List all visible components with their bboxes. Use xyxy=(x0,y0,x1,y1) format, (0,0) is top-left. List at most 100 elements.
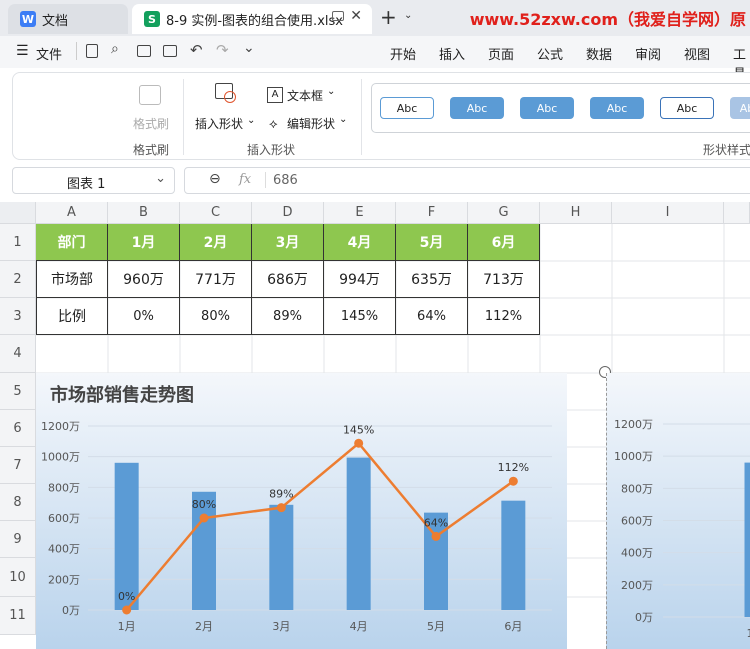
style-fill-blue-2[interactable]: Abc xyxy=(520,97,574,119)
cell-a3[interactable]: 比例 xyxy=(36,298,108,335)
cell-e1[interactable]: 4月 xyxy=(324,224,396,261)
style-outline-dark[interactable]: Abc xyxy=(660,97,714,119)
fx-icon[interactable]: fx xyxy=(239,172,251,187)
cell-e3[interactable]: 145% xyxy=(324,298,396,335)
chevron-down-icon[interactable]: ⌄ xyxy=(404,10,412,21)
style-fill-light[interactable]: Abc xyxy=(730,97,750,119)
monitor-icon[interactable] xyxy=(332,11,344,21)
chevron-down-icon[interactable]: ⌄ xyxy=(155,171,166,186)
undo-icon[interactable]: ↶ xyxy=(190,41,203,59)
column-header-c[interactable]: C xyxy=(180,202,252,224)
format-painter-button[interactable]: 格式刷 xyxy=(133,115,169,132)
cell-f2[interactable]: 635万 xyxy=(396,261,468,298)
menu-page[interactable]: 页面 xyxy=(488,44,514,63)
chevron-down-icon[interactable]: ⌄ xyxy=(327,86,335,97)
formula-input[interactable]: 686 xyxy=(273,173,298,188)
select-all-corner[interactable] xyxy=(0,202,36,224)
cell-c3[interactable]: 80% xyxy=(180,298,252,335)
cell-e2[interactable]: 994万 xyxy=(324,261,396,298)
line-point xyxy=(122,605,132,615)
y-tick-label: 800万 xyxy=(48,481,80,494)
cell-d1[interactable]: 3月 xyxy=(252,224,324,261)
hamburger-icon[interactable]: ☰ xyxy=(16,43,29,59)
print-icon[interactable] xyxy=(137,45,151,57)
edit-shape-button[interactable]: 编辑形状 xyxy=(287,115,335,132)
menu-file[interactable]: 文件 xyxy=(36,44,62,63)
y-tick-label: 0万 xyxy=(635,611,653,624)
menu-review[interactable]: 审阅 xyxy=(635,44,661,63)
share-icon[interactable]: ⌕ xyxy=(111,41,119,57)
cell-f3[interactable]: 64% xyxy=(396,298,468,335)
y-tick-label: 800万 xyxy=(621,482,653,495)
row-header-3[interactable]: 3 xyxy=(0,298,36,335)
menu-insert[interactable]: 插入 xyxy=(439,44,465,63)
redo-icon[interactable]: ↷ xyxy=(216,41,229,59)
row-header-1[interactable]: 1 xyxy=(0,224,36,261)
column-header-i[interactable]: I xyxy=(612,202,724,224)
close-icon[interactable]: ✕ xyxy=(350,8,362,24)
column-header-b[interactable]: B xyxy=(108,202,180,224)
bar xyxy=(269,504,294,610)
row-header-4[interactable]: 4 xyxy=(0,335,36,373)
y-tick-label: 1000万 xyxy=(614,450,653,463)
column-header-e[interactable]: E xyxy=(324,202,396,224)
cell-g2[interactable]: 713万 xyxy=(468,261,540,298)
cell-c2[interactable]: 771万 xyxy=(180,261,252,298)
cell-f1[interactable]: 5月 xyxy=(396,224,468,261)
row-header-9[interactable]: 9 xyxy=(0,521,36,558)
cell-b2[interactable]: 960万 xyxy=(108,261,180,298)
new-tab-icon[interactable]: + xyxy=(380,5,397,29)
column-header-a[interactable]: A xyxy=(36,202,108,224)
tab-docs[interactable]: W 文档 xyxy=(8,4,128,34)
cell-c1[interactable]: 2月 xyxy=(180,224,252,261)
column-header-h[interactable]: H xyxy=(540,202,612,224)
chevron-down-icon[interactable]: ⌄ xyxy=(247,115,255,126)
y-tick-label: 1000万 xyxy=(41,451,80,464)
cell-d2[interactable]: 686万 xyxy=(252,261,324,298)
x-tick-label: 3月 xyxy=(272,620,290,633)
style-outline-blue[interactable]: Abc xyxy=(380,97,434,119)
menu-formula[interactable]: 公式 xyxy=(537,44,563,63)
more-chevron-icon[interactable]: ⌄ xyxy=(243,40,255,56)
tab-workbook[interactable]: S 8-9 实例-图表的组合使用.xlsx ✕ xyxy=(132,4,372,34)
chart-sales-trend[interactable]: 市场部销售走势图 0万 200万 400万 600万 800万 1000万 1200万 1月 2月… xyxy=(36,373,567,649)
save-icon[interactable] xyxy=(86,44,98,58)
style-fill-blue-3[interactable]: Abc xyxy=(590,97,644,119)
row-header-2[interactable]: 2 xyxy=(0,261,36,298)
textbox-button[interactable]: 文本框 xyxy=(287,87,323,104)
menu-data[interactable]: 数据 xyxy=(586,44,612,63)
cell-d3[interactable]: 89% xyxy=(252,298,324,335)
series-line xyxy=(125,441,515,611)
column-header-f[interactable]: F xyxy=(396,202,468,224)
chart-duplicate[interactable]: 0万 200万 400万 600万 800万 1000万 1200万 1月 xyxy=(606,373,750,649)
row-header-11[interactable]: 11 xyxy=(0,597,36,635)
bar xyxy=(114,462,139,610)
menu-view[interactable]: 视图 xyxy=(684,44,710,63)
x-tick-label: 5月 xyxy=(427,620,445,633)
line-point xyxy=(508,476,518,486)
name-box-value: 图表 1 xyxy=(67,177,106,192)
cell-a2[interactable]: 市场部 xyxy=(36,261,108,298)
cell-g1[interactable]: 6月 xyxy=(468,224,540,261)
menu-home[interactable]: 开始 xyxy=(390,44,416,63)
chevron-down-icon[interactable]: ⌄ xyxy=(339,114,347,125)
cell-b3[interactable]: 0% xyxy=(108,298,180,335)
x-tick-label: 1月 xyxy=(118,620,136,633)
print-preview-icon[interactable] xyxy=(163,45,177,57)
cell-a1[interactable]: 部门 xyxy=(36,224,108,261)
style-fill-blue-1[interactable]: Abc xyxy=(450,97,504,119)
row-header-8[interactable]: 8 xyxy=(0,484,36,521)
column-header-d[interactable]: D xyxy=(252,202,324,224)
row-header-5[interactable]: 5 xyxy=(0,373,36,410)
name-box[interactable]: 图表 1 ⌄ xyxy=(12,167,175,194)
insert-shape-button[interactable]: 插入形状 xyxy=(195,115,243,132)
row-header-7[interactable]: 7 xyxy=(0,447,36,484)
cell-g3[interactable]: 112% xyxy=(468,298,540,335)
row-header-6[interactable]: 6 xyxy=(0,410,36,447)
zoom-icon[interactable]: ⊖ xyxy=(209,171,221,187)
column-header-g[interactable]: G xyxy=(468,202,540,224)
cell-b1[interactable]: 1月 xyxy=(108,224,180,261)
y-tick-label: 400万 xyxy=(621,547,653,560)
column-header-j[interactable] xyxy=(724,202,750,224)
row-header-10[interactable]: 10 xyxy=(0,558,36,597)
